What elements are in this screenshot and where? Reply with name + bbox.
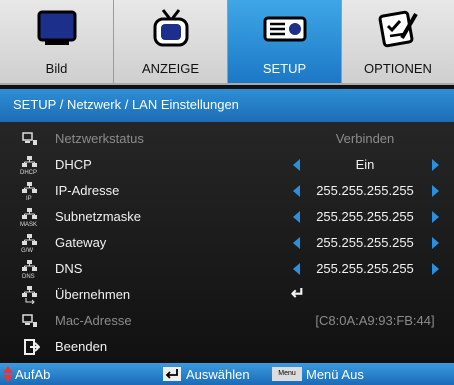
tab-bild-label: Bild	[45, 61, 68, 76]
settings-menu: Netzwerkstatus Verbinden DHCP DHCP Ein I…	[0, 122, 454, 363]
checklist-icon	[378, 10, 418, 48]
hint-menu-exit: Menü Aus	[306, 367, 364, 382]
menu-item-value: 255.255.255.255	[316, 261, 414, 276]
network-status-icon	[22, 314, 37, 327]
menu-item-label: Übernehmen	[55, 287, 131, 302]
hint-nav: AufAb	[15, 367, 51, 382]
enter-icon[interactable]: ↵	[283, 284, 313, 304]
menu-item-label: DHCP	[55, 157, 92, 172]
menu-item-value: 255.255.255.255	[316, 209, 414, 224]
arrow-left-icon[interactable]	[293, 159, 300, 171]
menu-item-subnetzmaske[interactable]: MASK Subnetzmaske 255.255.255.255	[0, 204, 454, 230]
tab-anzeige-label: ANZEIGE	[141, 61, 200, 76]
menu-item-mac-adresse: Mac-Adresse [C8:0A:A9:93:FB:44]	[0, 308, 454, 334]
arrow-left-icon[interactable]	[293, 263, 300, 275]
tab-setup[interactable]: SETUP	[228, 0, 342, 83]
menu-item-gateway[interactable]: G/W Gateway 255.255.255.255	[0, 230, 454, 256]
menu-item-label: Subnetzmaske	[55, 209, 141, 224]
menu-item-value: Ein	[355, 157, 375, 172]
menu-item-label: DNS	[55, 261, 83, 276]
menu-item-netzwerkstatus[interactable]: Netzwerkstatus Verbinden	[0, 126, 454, 152]
menu-item-value: [C8:0A:A9:93:FB:44]	[315, 313, 435, 328]
arrow-left-icon[interactable]	[293, 211, 300, 223]
icon-tag: G/W	[21, 248, 33, 254]
menu-item-label: Gateway	[55, 235, 107, 250]
up-down-arrows-icon	[3, 366, 13, 382]
arrow-left-icon[interactable]	[293, 185, 300, 197]
menu-key-icon: Menu	[272, 367, 302, 381]
network-apply-icon	[22, 286, 37, 304]
tab-optionen[interactable]: OPTIONEN	[342, 0, 454, 83]
projector-icon	[263, 16, 306, 42]
tab-setup-label: SETUP	[262, 61, 307, 76]
hint-select: Auswählen	[186, 367, 250, 382]
menu-item-value: Verbinden	[335, 131, 395, 146]
menu-item-label: Beenden	[55, 339, 108, 354]
menu-item-label: Netzwerkstatus	[55, 131, 144, 146]
menu-item-label: IP-Adresse	[55, 183, 120, 198]
exit-icon	[24, 339, 40, 355]
icon-tag: IP	[26, 196, 32, 202]
projector-osd: Bild ANZEIGE SETUP OPTIONEN SETUP / Netz…	[0, 0, 454, 385]
arrow-right-icon[interactable]	[432, 263, 439, 275]
menu-item-ip-adresse[interactable]: IP IP-Adresse 255.255.255.255	[0, 178, 454, 204]
icon-tag: DHCP	[20, 170, 38, 176]
arrow-left-icon[interactable]	[293, 237, 300, 249]
menu-item-uebernehmen[interactable]: Übernehmen ↵	[0, 282, 454, 308]
icon-tag: DNS	[22, 274, 35, 280]
menu-item-label: Mac-Adresse	[55, 313, 132, 328]
tab-bild[interactable]: Bild	[0, 0, 114, 83]
menu-item-dhcp[interactable]: DHCP DHCP Ein	[0, 152, 454, 178]
arrow-right-icon[interactable]	[432, 159, 439, 171]
tab-bar: Bild ANZEIGE SETUP OPTIONEN	[0, 0, 454, 85]
tab-anzeige[interactable]: ANZEIGE	[114, 0, 228, 83]
tab-optionen-label: OPTIONEN	[364, 61, 432, 76]
monitor-icon	[37, 10, 76, 45]
menu-item-value: 255.255.255.255	[316, 235, 414, 250]
breadcrumb-bar: SETUP / Netzwerk / LAN Einstellungen	[0, 89, 454, 122]
arrow-right-icon[interactable]	[432, 237, 439, 249]
icon-tag: MASK	[20, 222, 38, 228]
tv-icon	[153, 9, 188, 47]
breadcrumb: SETUP / Netzwerk / LAN Einstellungen	[13, 97, 239, 112]
network-status-icon	[22, 132, 37, 145]
arrow-right-icon[interactable]	[432, 185, 439, 197]
menu-item-dns[interactable]: DNS DNS 255.255.255.255	[0, 256, 454, 282]
hint-bar: AufAb Auswählen Menu Menü Aus	[0, 363, 454, 385]
enter-key-icon	[163, 367, 181, 381]
menu-item-beenden[interactable]: Beenden	[0, 334, 454, 360]
arrow-right-icon[interactable]	[432, 211, 439, 223]
menu-item-value: 255.255.255.255	[316, 183, 414, 198]
